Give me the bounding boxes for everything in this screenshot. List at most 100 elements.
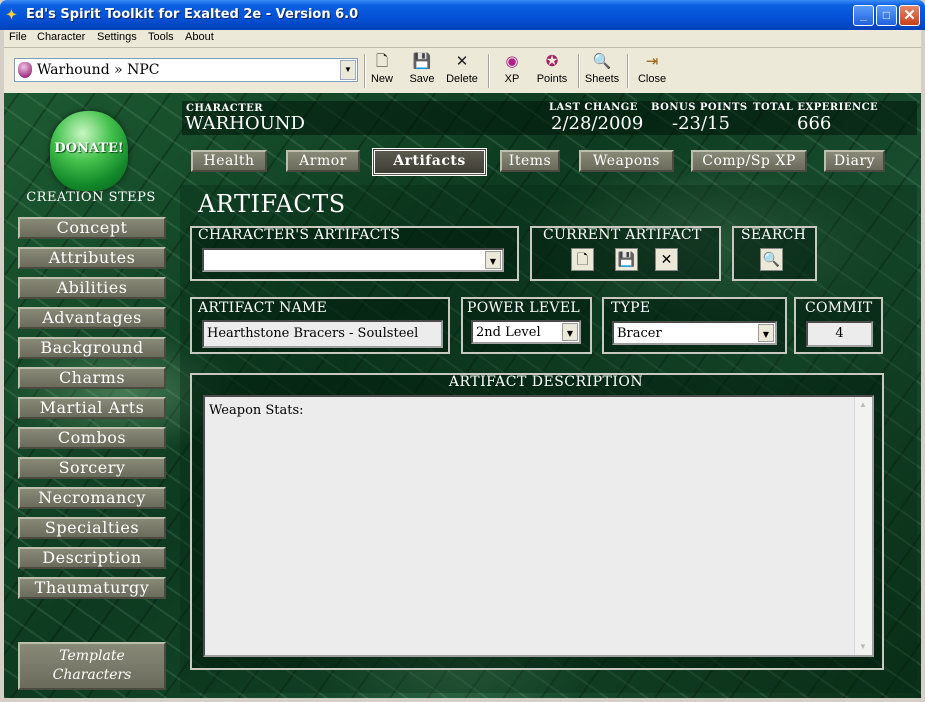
step-sorcery[interactable]: Sorcery — [18, 457, 166, 479]
type-label: TYPE — [611, 300, 651, 316]
sheets-icon: 🔍 — [592, 53, 612, 70]
sheets-label: Sheets — [584, 73, 620, 85]
menu-bar: File Character Settings Tools About — [4, 30, 921, 48]
step-charms[interactable]: Charms — [18, 367, 166, 389]
delete-x-icon: ✕ — [660, 251, 673, 267]
bonus-points-value: -23/15 — [672, 113, 730, 134]
step-advantages[interactable]: Advantages — [18, 307, 166, 329]
toolbar-separator — [627, 54, 629, 88]
chevron-down-icon[interactable]: ▼ — [485, 251, 501, 269]
tab-armor[interactable]: Armor — [286, 150, 360, 172]
tab-comp-sp-xp[interactable]: Comp/Sp XP — [691, 150, 807, 172]
step-necromancy[interactable]: Necromancy — [18, 487, 166, 509]
new-artifact-button[interactable]: 🗋 — [571, 248, 594, 271]
chevron-down-icon[interactable]: ▼ — [758, 324, 774, 342]
step-attributes[interactable]: Attributes — [18, 247, 166, 269]
floppy-disk-icon: 💾 — [617, 251, 636, 267]
tab-health[interactable]: Health — [191, 150, 267, 172]
delete-label: Delete — [446, 73, 478, 85]
character-select-value: Warhound » NPC — [37, 62, 160, 78]
step-specialties[interactable]: Specialties — [18, 517, 166, 539]
window-title: Ed's Spirit Toolkit for Exalted 2e - Ver… — [26, 7, 359, 22]
donate-label: DONATE! — [54, 141, 124, 156]
save-label: Save — [409, 73, 435, 85]
type-select[interactable]: Bracer ▼ — [612, 321, 777, 345]
tab-diary[interactable]: Diary — [824, 150, 885, 172]
donate-button[interactable]: DONATE! — [50, 111, 128, 191]
close-app-button[interactable]: ⇥ Close — [632, 52, 672, 90]
new-label: New — [370, 73, 393, 85]
artifact-name-label: ARTIFACT NAME — [198, 300, 328, 316]
step-abilities[interactable]: Abilities — [18, 277, 166, 299]
scroll-up-icon[interactable]: ▲ — [856, 398, 870, 412]
floppy-disk-icon: 💾 — [412, 53, 432, 70]
commit-input[interactable]: 4 — [806, 321, 873, 347]
xp-icon: ◉ — [505, 53, 519, 70]
new-file-icon: 🗋 — [375, 53, 389, 70]
character-select[interactable]: Warhound » NPC ▼ — [14, 58, 358, 82]
save-button[interactable]: 💾 Save — [402, 52, 442, 90]
step-concept[interactable]: Concept — [18, 217, 166, 239]
xp-button[interactable]: ◉ XP — [492, 52, 532, 90]
points-icon: ✪ — [545, 53, 559, 70]
close-button[interactable]: ✕ — [899, 5, 920, 26]
bonus-points-label: BONUS POINTS — [651, 102, 748, 113]
step-thaumaturgy[interactable]: Thaumaturgy — [18, 577, 166, 599]
total-experience-label: TOTAL EXPERIENCE — [753, 102, 879, 113]
step-martial-arts[interactable]: Martial Arts — [18, 397, 166, 419]
tab-weapons[interactable]: Weapons — [579, 150, 674, 172]
scroll-down-icon[interactable]: ▼ — [856, 640, 870, 654]
title-bar[interactable]: ✦ Ed's Spirit Toolkit for Exalted 2e - V… — [0, 0, 925, 30]
menu-character[interactable]: Character — [37, 31, 85, 43]
current-artifact-label: CURRENT ARTIFACT — [543, 227, 702, 243]
save-artifact-button[interactable]: 💾 — [615, 248, 638, 271]
gem-icon — [18, 62, 32, 78]
step-background[interactable]: Background — [18, 337, 166, 359]
menu-tools[interactable]: Tools — [148, 31, 174, 43]
step-description[interactable]: Description — [18, 547, 166, 569]
chevron-down-icon[interactable]: ▼ — [340, 60, 356, 80]
creation-steps-title: CREATION STEPS — [26, 190, 156, 205]
template-characters-button[interactable]: Template Characters — [18, 642, 166, 690]
toolbar: Warhound » NPC ▼ 🗋 New 💾 Save ✕ Delete ◉… — [4, 48, 921, 93]
commit-label: COMMIT — [805, 300, 873, 316]
menu-file[interactable]: File — [9, 31, 27, 43]
menu-about[interactable]: About — [185, 31, 214, 43]
exit-door-icon: ⇥ — [645, 53, 659, 70]
maximize-button[interactable]: □ — [876, 5, 897, 26]
app-window: ✦ Ed's Spirit Toolkit for Exalted 2e - V… — [0, 0, 925, 702]
artifact-name-input[interactable]: Hearthstone Bracers - Soulsteel — [202, 320, 443, 348]
tab-items[interactable]: Items — [500, 150, 560, 172]
characters-artifacts-select[interactable]: ▼ — [202, 248, 504, 272]
description-scrollbar[interactable]: ▲ ▼ — [854, 397, 872, 655]
last-change-value: 2/28/2009 — [551, 113, 644, 134]
characters-artifacts-label: CHARACTER'S ARTIFACTS — [198, 227, 401, 243]
chevron-down-icon[interactable]: ▼ — [562, 323, 578, 341]
delete-button[interactable]: ✕ Delete — [442, 52, 482, 90]
section-title: ARTIFACTS — [198, 190, 346, 218]
minimize-button[interactable]: _ — [853, 5, 874, 26]
power-level-value: 2nd Level — [476, 325, 541, 340]
app-icon: ✦ — [6, 7, 17, 22]
search-label: SEARCH — [741, 227, 807, 243]
delete-artifact-button[interactable]: ✕ — [655, 248, 678, 271]
search-button[interactable]: 🔍 — [760, 248, 783, 271]
power-level-select[interactable]: 2nd Level ▼ — [471, 320, 581, 344]
step-combos[interactable]: Combos — [18, 427, 166, 449]
toolbar-separator — [578, 54, 580, 88]
last-change-label: LAST CHANGE — [549, 102, 638, 113]
new-button[interactable]: 🗋 New — [362, 52, 402, 90]
main-area: DONATE! CREATION STEPS Concept Attribute… — [4, 93, 921, 698]
delete-x-icon: ✕ — [455, 53, 469, 70]
character-name: WARHOUND — [185, 113, 305, 134]
artifact-description-text: Weapon Stats: — [209, 403, 304, 418]
tab-artifacts[interactable]: Artifacts — [372, 148, 487, 176]
new-file-icon: 🗋 — [576, 251, 589, 267]
close-label: Close — [637, 73, 667, 85]
menu-settings[interactable]: Settings — [97, 31, 137, 43]
artifact-description-textarea[interactable]: Weapon Stats: ▲ ▼ — [203, 395, 874, 657]
sheets-button[interactable]: 🔍 Sheets — [582, 52, 622, 90]
points-label: Points — [536, 73, 568, 85]
points-button[interactable]: ✪ Points — [532, 52, 572, 90]
power-level-label: POWER LEVEL — [467, 300, 580, 316]
